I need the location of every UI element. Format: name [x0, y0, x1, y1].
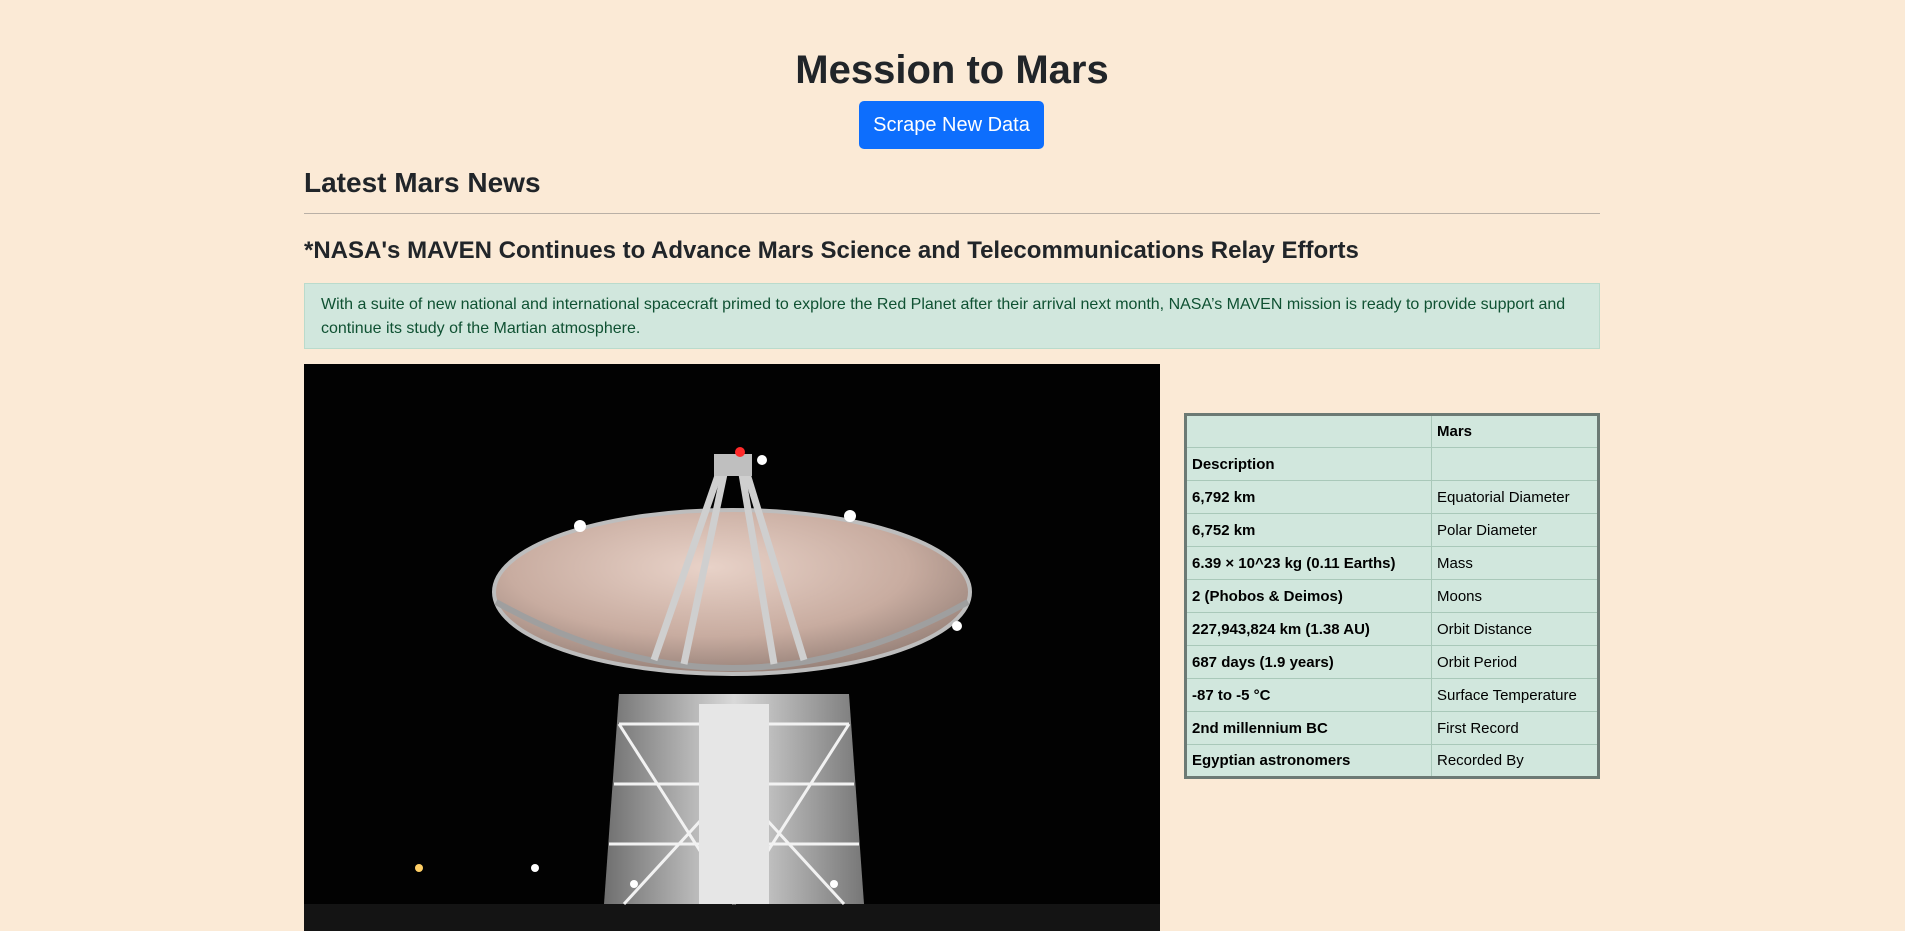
fact-label: First Record — [1431, 711, 1599, 745]
fact-value: Description — [1185, 447, 1432, 481]
news-title: *NASA's MAVEN Continues to Advance Mars … — [304, 237, 1359, 264]
table-row: 2nd millennium BC First Record — [1185, 711, 1599, 745]
table-row: -87 to -5 °C Surface Temperature — [1185, 678, 1599, 712]
table-row: 6,752 km Polar Diameter — [1185, 513, 1599, 547]
table-row: 6.39 × 10^23 kg (0.11 Earths) Mass — [1185, 546, 1599, 580]
fact-value: 6.39 × 10^23 kg (0.11 Earths) — [1185, 546, 1432, 580]
fact-value: 6,792 km — [1185, 480, 1432, 514]
featured-image — [304, 364, 1160, 931]
section-divider — [304, 213, 1600, 214]
fact-label: Orbit Period — [1431, 645, 1599, 679]
fact-label: Mass — [1431, 546, 1599, 580]
table-header-cell: Mars — [1431, 414, 1599, 448]
fact-label: Moons — [1431, 579, 1599, 613]
fact-label: Surface Temperature — [1431, 678, 1599, 712]
fact-value: 2 (Phobos & Deimos) — [1185, 579, 1432, 613]
table-row: 6,792 km Equatorial Diameter — [1185, 480, 1599, 514]
table-row: 687 days (1.9 years) Orbit Period — [1185, 645, 1599, 679]
scrape-new-data-button[interactable]: Scrape New Data — [859, 101, 1044, 149]
table-header-cell — [1185, 414, 1432, 448]
fact-value: Egyptian astronomers — [1185, 744, 1432, 778]
fact-label: Polar Diameter — [1431, 513, 1599, 547]
table-row: 2 (Phobos & Deimos) Moons — [1185, 579, 1599, 613]
antenna-illustration — [304, 364, 1160, 931]
fact-value: 2nd millennium BC — [1185, 711, 1432, 745]
page-title: Mession to Mars — [795, 48, 1109, 92]
table-row: 227,943,824 km (1.38 AU) Orbit Distance — [1185, 612, 1599, 646]
mars-facts-table: Mars Description 6,792 km Equatorial Dia… — [1184, 413, 1600, 779]
fact-label: Orbit Distance — [1431, 612, 1599, 646]
table-row: Description — [1185, 447, 1599, 481]
fact-value: 227,943,824 km (1.38 AU) — [1185, 612, 1432, 646]
latest-news-heading: Latest Mars News — [304, 167, 541, 198]
table-header-row: Mars — [1185, 414, 1599, 448]
fact-label: Recorded By — [1431, 744, 1599, 778]
fact-value: 687 days (1.9 years) — [1185, 645, 1432, 679]
fact-value: 6,752 km — [1185, 513, 1432, 547]
fact-label — [1431, 447, 1599, 481]
table-row: Egyptian astronomers Recorded By — [1185, 744, 1599, 778]
fact-label: Equatorial Diameter — [1431, 480, 1599, 514]
news-paragraph: With a suite of new national and interna… — [304, 283, 1600, 349]
fact-value: -87 to -5 °C — [1185, 678, 1432, 712]
